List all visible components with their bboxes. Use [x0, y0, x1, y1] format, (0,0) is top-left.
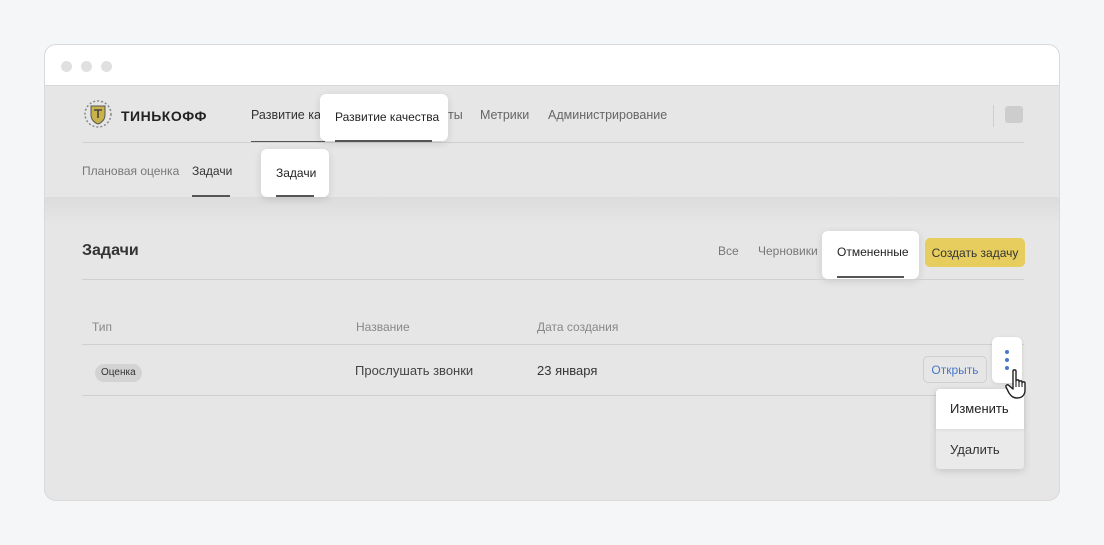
hand-pointer-icon — [1005, 369, 1026, 399]
window-dot-icon — [61, 61, 72, 72]
filter-canceled-underline — [837, 276, 904, 278]
nav-highlight-tooltip[interactable]: Развитие качества — [320, 94, 448, 142]
nav-highlight-underline — [335, 140, 432, 142]
kebab-dot — [1005, 350, 1009, 354]
kebab-dot — [1005, 358, 1009, 362]
menu-item-delete[interactable]: Удалить — [936, 433, 1024, 469]
nav-highlight-label: Развитие качества — [335, 110, 440, 124]
subnav-highlight-tooltip[interactable]: Задачи — [261, 149, 329, 197]
nav-item-reports[interactable]: ты — [448, 108, 463, 122]
filter-drafts[interactable]: Черновики — [758, 244, 818, 258]
header-divider — [82, 142, 1024, 143]
subnav-highlight-label: Задачи — [276, 166, 317, 180]
subnav-item-planned[interactable]: Плановая оценка — [82, 164, 179, 178]
row-context-menu: Изменить Удалить — [936, 389, 1024, 469]
nav-item-quality[interactable]: Развитие кач — [251, 108, 327, 122]
title-divider — [82, 279, 1024, 280]
filter-canceled-label: Отмененные — [837, 245, 909, 259]
window-dot-icon — [101, 61, 112, 72]
header-shadow — [45, 197, 1059, 225]
nav-item-metrics[interactable]: Метрики — [480, 108, 529, 122]
task-date: 23 января — [537, 363, 598, 378]
filter-canceled[interactable]: Отмененные — [822, 231, 919, 279]
column-header-type: Тип — [92, 320, 113, 334]
app-header: ТИНЬКОФФ Развитие кач ты Метрики Админис… — [45, 87, 1059, 197]
brand-name: ТИНЬКОФФ — [121, 108, 207, 124]
filter-all[interactable]: Все — [718, 244, 739, 258]
avatar-icon[interactable] — [1005, 106, 1023, 123]
page-title: Задачи — [82, 242, 139, 259]
table-row-divider — [82, 395, 1024, 396]
task-name: Прослушать звонки — [355, 363, 474, 378]
window-titlebar — [45, 45, 1059, 86]
column-header-date: Дата создания — [537, 320, 619, 334]
table-divider — [82, 344, 1024, 345]
column-header-name: Название — [356, 320, 410, 334]
open-task-button[interactable]: Открыть — [923, 356, 987, 383]
tinkoff-shield-icon — [84, 100, 112, 128]
window-dot-icon — [81, 61, 92, 72]
browser-window: ТИНЬКОФФ Развитие кач ты Метрики Админис… — [44, 44, 1060, 501]
type-badge: Оценка — [95, 364, 142, 382]
nav-item-admin[interactable]: Администрирование — [548, 108, 667, 122]
header-separator — [993, 105, 994, 127]
subnav-item-tasks[interactable]: Задачи — [192, 164, 232, 178]
subnav-highlight-underline — [276, 195, 314, 197]
create-task-button[interactable]: Создать задачу — [925, 238, 1025, 267]
